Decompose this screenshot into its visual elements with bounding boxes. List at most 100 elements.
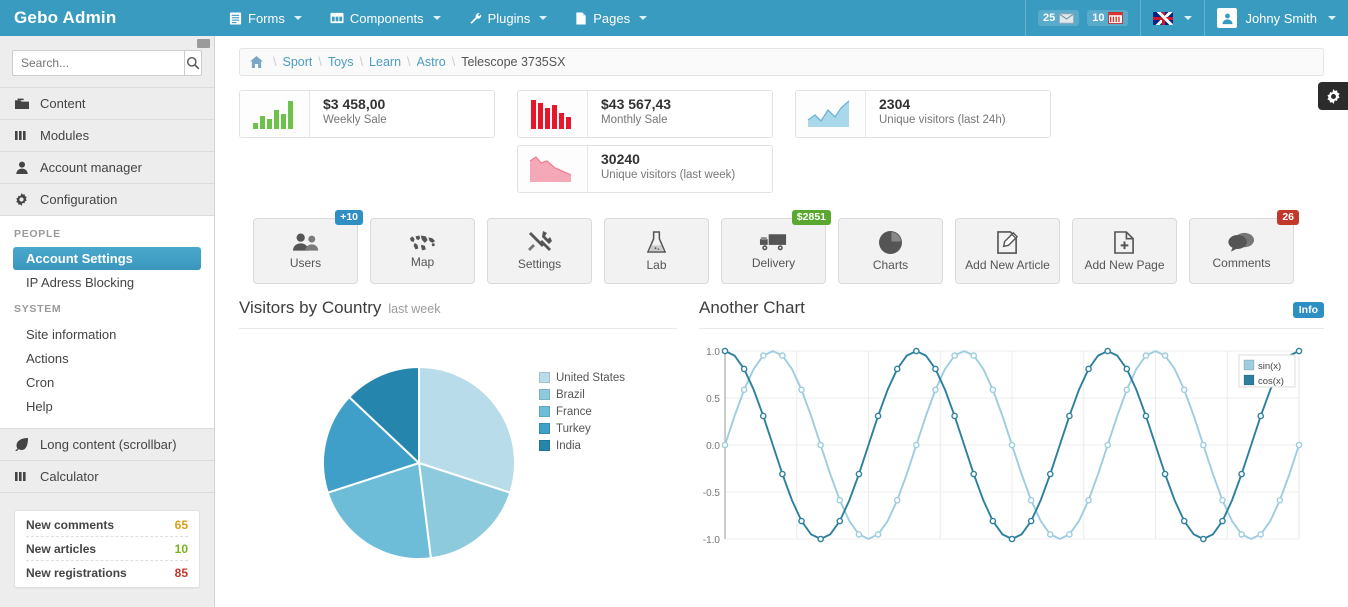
stat-card-unique-visitors-24h[interactable]: 2304 Unique visitors (last 24h) bbox=[795, 90, 1051, 138]
stat-label: Unique visitors (last week) bbox=[601, 168, 772, 183]
calendar-count: 10 bbox=[1092, 12, 1104, 24]
search-input[interactable] bbox=[12, 50, 184, 76]
sidebar-item-label: Actions bbox=[26, 351, 69, 366]
panel-title: Another Chart bbox=[699, 298, 805, 318]
sidebar-item-configuration[interactable]: Configuration bbox=[0, 184, 214, 216]
tile-add-new-page[interactable]: Add New Page bbox=[1072, 218, 1177, 284]
messages-count: 25 bbox=[1043, 12, 1055, 24]
sidebar-item-calculator[interactable]: Calculator bbox=[0, 461, 214, 493]
line-chart: 1.00.50.0-0.5-1.0sin(x)cos(x) bbox=[699, 343, 1309, 558]
legend-swatch bbox=[539, 440, 550, 451]
section-header-system: SYSTEM bbox=[0, 303, 214, 322]
sidebar-item-label: Calculator bbox=[40, 469, 99, 484]
breadcrumb-item-astro[interactable]: Astro bbox=[417, 55, 446, 69]
panel-title: Visitors by Country bbox=[239, 298, 381, 318]
sidebar-item-help[interactable]: Help bbox=[0, 394, 214, 418]
home-icon[interactable] bbox=[250, 56, 263, 68]
sidebar-main-menu: Content Modules Account manager Configur… bbox=[0, 87, 214, 216]
stat-label: Weekly Sale bbox=[323, 113, 494, 128]
breadcrumb-separator: \ bbox=[360, 55, 363, 69]
svg-text:sin(x): sin(x) bbox=[1258, 361, 1281, 372]
calendar-chip[interactable]: 10 bbox=[1087, 10, 1128, 26]
sidebar-item-content[interactable]: Content bbox=[0, 88, 214, 120]
menu-components-label: Components bbox=[350, 11, 424, 26]
stat-card-row-2: 30240 Unique visitors (last week) bbox=[239, 145, 1324, 193]
legend-item: India bbox=[539, 437, 625, 454]
breadcrumb-current: Telescope 3735SX bbox=[461, 55, 565, 69]
stat-card-unique-visitors-week[interactable]: 30240 Unique visitors (last week) bbox=[517, 145, 773, 193]
sidebar-item-account-manager[interactable]: Account manager bbox=[0, 152, 214, 184]
sidebar-collapse-handle[interactable] bbox=[197, 39, 210, 48]
tile-label: Lab bbox=[646, 258, 666, 272]
flask-icon bbox=[647, 231, 666, 254]
breadcrumb-item-learn[interactable]: Learn bbox=[369, 55, 401, 69]
panel-visitors-by-country: Visitors by Country last week bbox=[239, 298, 677, 561]
tile-delivery[interactable]: $2851 Delivery bbox=[721, 218, 826, 284]
sidebar-item-ip-blocking[interactable]: IP Adress Blocking bbox=[0, 270, 214, 294]
search-button[interactable] bbox=[184, 50, 202, 76]
breadcrumb-separator: \ bbox=[318, 55, 321, 69]
tile-add-new-article[interactable]: Add New Article bbox=[955, 218, 1060, 284]
menu-forms-label: Forms bbox=[248, 11, 285, 26]
menu-forms[interactable]: Forms bbox=[215, 0, 316, 36]
main-content: \ Sport \ Toys \ Learn \ Astro \ Telesco… bbox=[215, 36, 1348, 607]
stat-label: New registrations bbox=[26, 566, 127, 580]
sidebar-search bbox=[0, 36, 214, 87]
settings-panel-toggle[interactable] bbox=[1318, 82, 1348, 110]
green-bar-chart-icon bbox=[240, 91, 310, 137]
menu-pages[interactable]: Pages bbox=[561, 0, 661, 36]
pie-legend: United States Brazil France Turkey bbox=[539, 351, 625, 561]
stat-value: $3 458,00 bbox=[323, 96, 494, 113]
svg-text:-1.0: -1.0 bbox=[703, 535, 721, 546]
sidebar-item-actions[interactable]: Actions bbox=[0, 346, 214, 370]
section-header-people: PEOPLE bbox=[0, 228, 214, 247]
legend-item: United States bbox=[539, 369, 625, 386]
grid-icon bbox=[14, 130, 29, 141]
stat-card-weekly-sale[interactable]: $3 458,00 Weekly Sale bbox=[239, 90, 495, 138]
sidebar-item-label: Site information bbox=[26, 327, 116, 342]
user-icon bbox=[14, 161, 29, 174]
stat-value: $43 567,43 bbox=[601, 96, 772, 113]
legend-item: Turkey bbox=[539, 420, 625, 437]
user-name: Johny Smith bbox=[1245, 11, 1317, 26]
breadcrumb-separator: \ bbox=[452, 55, 455, 69]
tile-map[interactable]: Map bbox=[370, 218, 475, 284]
messages-chip[interactable]: 25 bbox=[1038, 10, 1079, 26]
tile-charts[interactable]: Charts bbox=[838, 218, 943, 284]
breadcrumb-separator: \ bbox=[273, 55, 276, 69]
breadcrumb-item-sport[interactable]: Sport bbox=[282, 55, 312, 69]
breadcrumb-item-toys[interactable]: Toys bbox=[328, 55, 354, 69]
sidebar-item-site-information[interactable]: Site information bbox=[0, 322, 214, 346]
pink-area-chart-icon bbox=[518, 146, 588, 192]
uk-flag-icon bbox=[1153, 12, 1173, 25]
stat-value: 10 bbox=[175, 542, 188, 556]
sidebar-stats-box: New comments 65 New articles 10 New regi… bbox=[14, 510, 200, 588]
forms-icon bbox=[229, 12, 242, 25]
svg-text:0.5: 0.5 bbox=[706, 394, 720, 405]
user-menu[interactable]: Johny Smith bbox=[1204, 0, 1348, 36]
tile-lab[interactable]: Lab bbox=[604, 218, 709, 284]
panel-another-chart: Another Chart Info 1.00.50.0-0.5-1.0sin(… bbox=[699, 298, 1324, 561]
language-selector[interactable] bbox=[1140, 0, 1204, 36]
sidebar-item-long-content[interactable]: Long content (scrollbar) bbox=[0, 429, 214, 461]
chart-panels: Visitors by Country last week bbox=[215, 284, 1348, 561]
tile-label: Comments bbox=[1212, 256, 1270, 270]
tools-icon bbox=[528, 231, 552, 253]
stat-card-monthly-sale[interactable]: $43 567,43 Monthly Sale bbox=[517, 90, 773, 138]
edit-document-icon bbox=[997, 231, 1019, 254]
stat-label: Monthly Sale bbox=[601, 113, 772, 128]
menu-plugins-label: Plugins bbox=[488, 11, 531, 26]
sidebar-item-account-settings[interactable]: Account Settings bbox=[13, 247, 201, 270]
tile-users[interactable]: +10 Users bbox=[253, 218, 358, 284]
legend-swatch bbox=[539, 423, 550, 434]
tile-comments[interactable]: 26 Comments bbox=[1189, 218, 1294, 284]
sidebar-item-label: Modules bbox=[40, 128, 89, 143]
tile-settings[interactable]: Settings bbox=[487, 218, 592, 284]
sidebar-item-label: Account Settings bbox=[26, 251, 133, 266]
svg-text:0.0: 0.0 bbox=[706, 441, 720, 452]
menu-plugins[interactable]: Plugins bbox=[455, 0, 562, 36]
sidebar-item-cron[interactable]: Cron bbox=[0, 370, 214, 394]
menu-components[interactable]: Components bbox=[316, 0, 455, 36]
info-badge[interactable]: Info bbox=[1293, 302, 1324, 318]
sidebar-item-modules[interactable]: Modules bbox=[0, 120, 214, 152]
